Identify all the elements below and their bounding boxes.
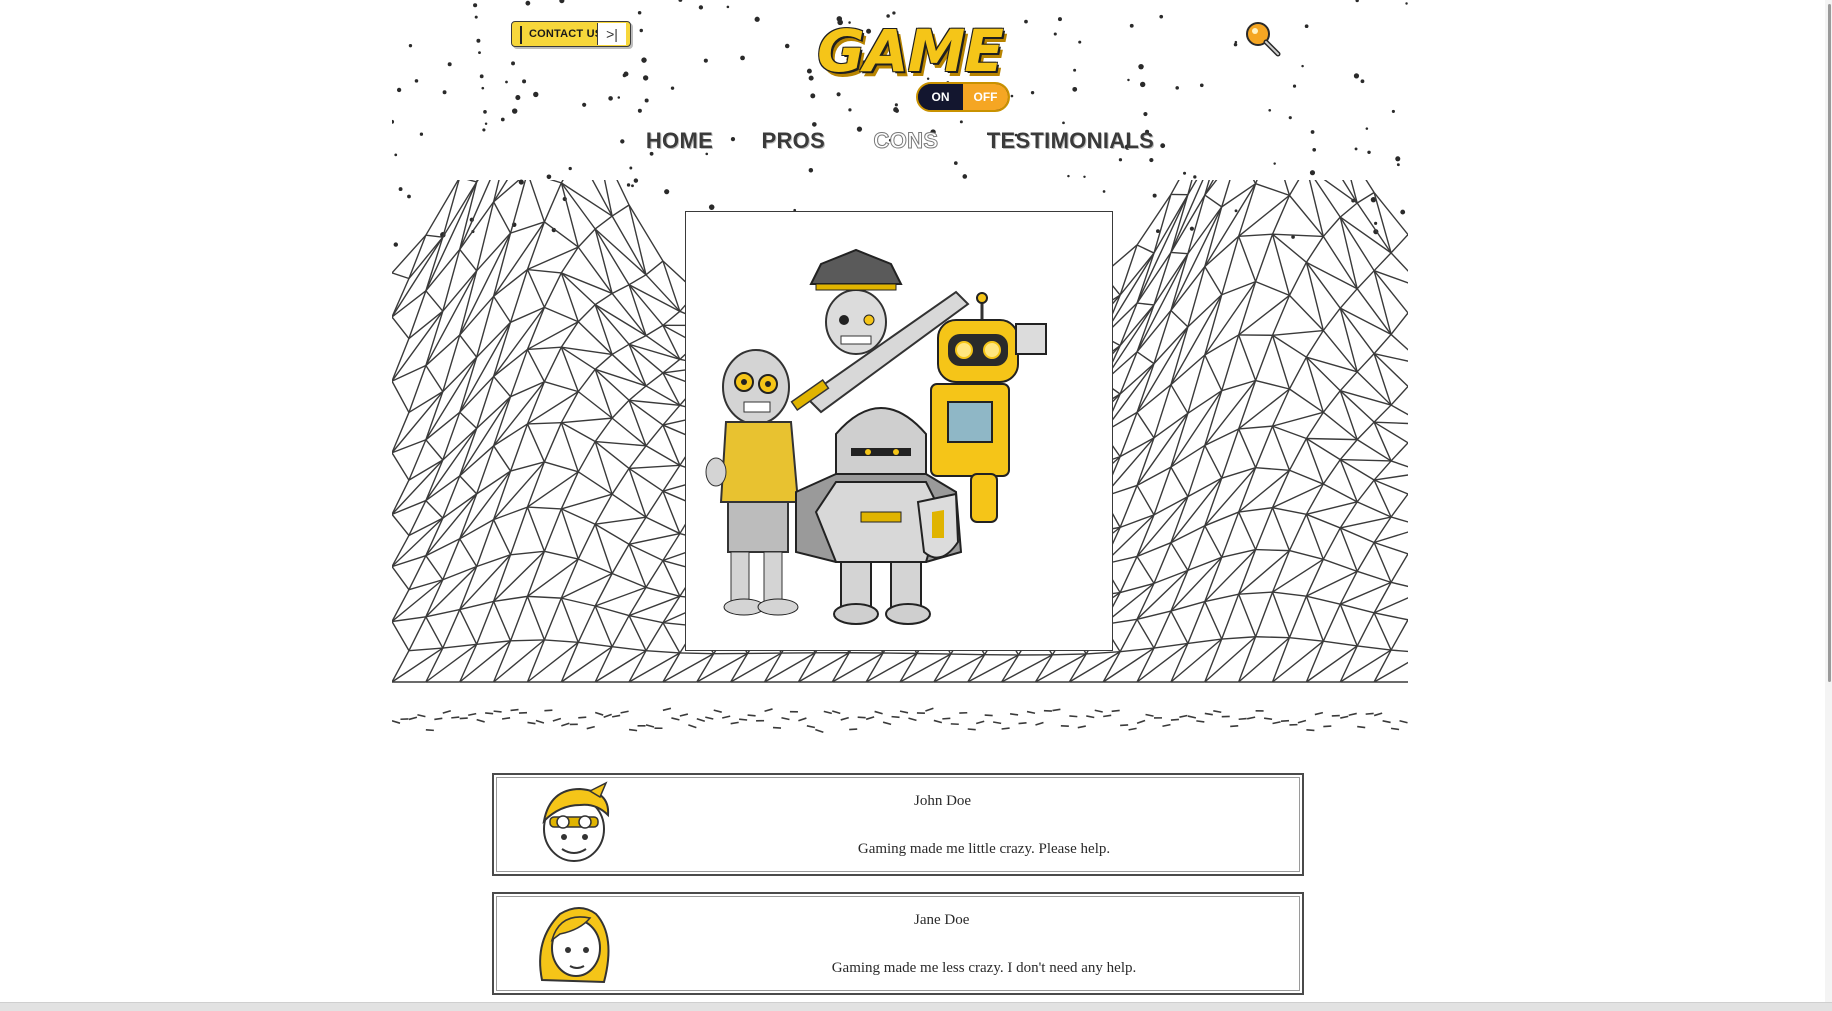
game-characters-illustration [686,212,1112,650]
testimonial-name: John Doe [914,793,1254,810]
toggle-off-label: OFF [963,84,1008,110]
on-off-toggle-icon: ON OFF [916,82,1010,112]
testimonial-name: Jane Doe [914,912,1254,929]
contact-us-label: CONTACT US [529,28,602,40]
site-header: CONTACT US >| GAME ON OFF HOME PROS CONS… [392,0,1408,180]
boy-avatar-icon [530,781,618,869]
bottom-bar [0,1002,1832,1011]
nav-home[interactable]: HOME [646,128,713,154]
contact-us-button[interactable]: CONTACT US >| [511,21,631,47]
hero-image-frame [685,211,1113,651]
girl-avatar-icon [530,900,618,988]
search-icon [1240,16,1284,60]
testimonial-card: John Doe Gaming made me little crazy. Pl… [492,773,1304,876]
contact-bar-icon [520,26,522,44]
testimonial-quote: Gaming made me less crazy. I don't need … [694,960,1274,977]
main-nav: HOME PROS CONS TESTIMONIALS [392,128,1408,162]
testimonial-quote: Gaming made me little crazy. Please help… [694,841,1274,858]
logo-word: GAME [790,18,1030,84]
game-on-off-logo[interactable]: GAME ON OFF [790,18,1050,118]
toggle-on-label: ON [918,84,963,110]
testimonial-card: Jane Doe Gaming made me less crazy. I do… [492,892,1304,995]
nav-pros[interactable]: PROS [762,128,826,154]
nav-cons[interactable]: CONS [874,128,939,154]
page-scrollbar[interactable] [1825,0,1832,1011]
scrollbar-thumb[interactable] [1828,4,1831,682]
search-button[interactable] [1240,16,1284,60]
arrow-right-icon: >| [597,23,626,45]
hero-banner [392,180,1408,750]
nav-testimonials[interactable]: TESTIMONIALS [987,128,1154,154]
